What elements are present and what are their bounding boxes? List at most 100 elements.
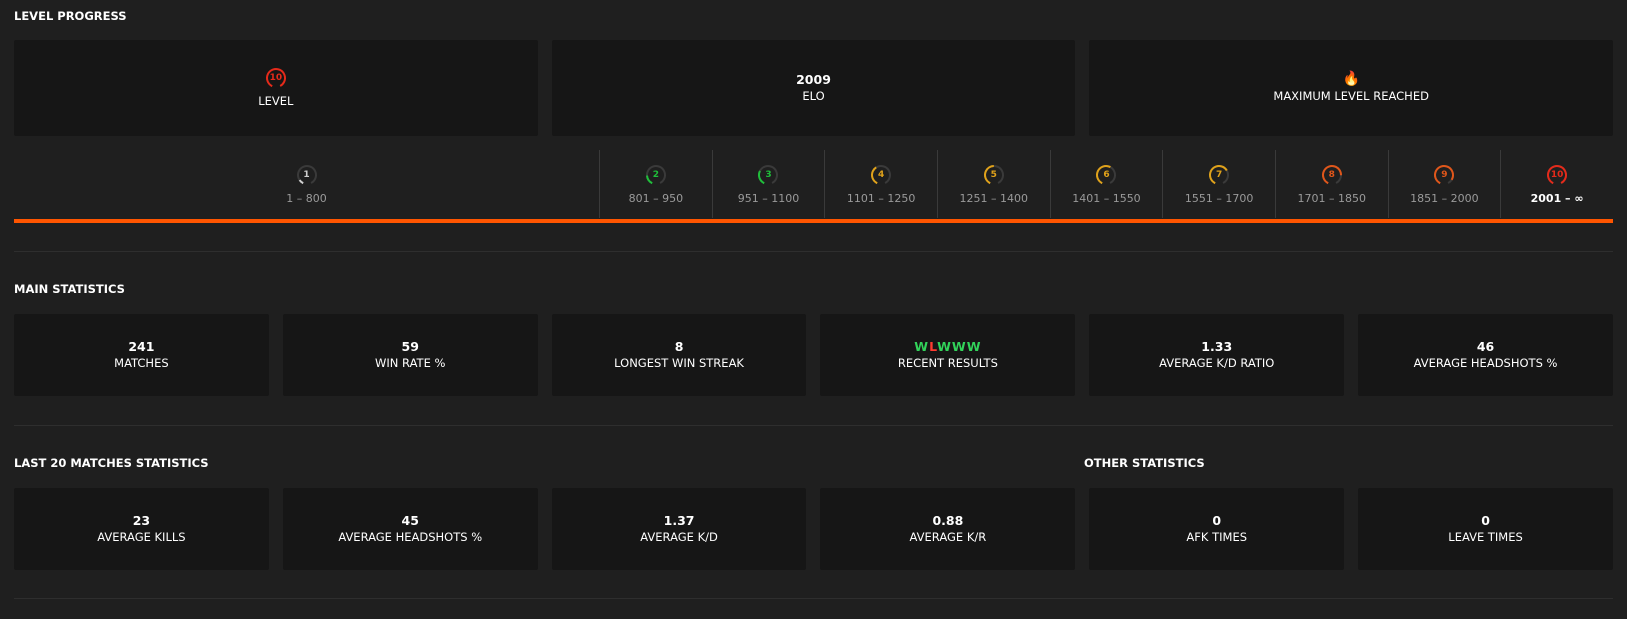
level-4-icon: 4 — [870, 164, 892, 186]
stat-label: AVERAGE HEADSHOTS % — [1413, 356, 1558, 370]
level-9-icon: 9 — [1433, 164, 1455, 186]
level-badge-icon: 10 — [265, 67, 287, 89]
level-step-1: 1 1 – 800 — [14, 150, 599, 218]
level-10-icon: 10 — [1546, 164, 1568, 186]
stat-label: LEAVE TIMES — [1448, 530, 1523, 544]
fire-icon: 🔥 — [1342, 71, 1360, 87]
stat-card-kd-ratio: 1.33 AVERAGE K/D RATIO — [1089, 314, 1345, 396]
level-step-6: 6 1401 – 1550 — [1049, 150, 1163, 218]
level-number: 3 — [765, 169, 772, 180]
level-6-icon: 6 — [1095, 164, 1117, 186]
divider — [14, 425, 1613, 426]
elo-card: 2009 ELO — [551, 40, 1076, 136]
stat-card-afk-times: 0 AFK TIMES — [1089, 488, 1345, 570]
level-card: 10 LEVEL — [14, 40, 538, 136]
level-scale: 1 1 – 800 2 801 – 950 3 951 – 1100 4 1101 – 125… — [14, 150, 1613, 222]
stat-label: AFK TIMES — [1186, 530, 1248, 544]
level-number: 9 — [1441, 169, 1448, 180]
level-step-2: 2 801 – 950 — [599, 150, 712, 218]
stat-card-longest-win-streak: 8 LONGEST WIN STREAK — [551, 314, 807, 396]
stat-label: AVERAGE KILLS — [97, 530, 186, 544]
level-range: 2001 – ∞ — [1530, 191, 1584, 205]
stat-card-average-kd: 1.37 AVERAGE K/D — [551, 488, 807, 570]
result-win: W — [937, 339, 952, 354]
result-loss: L — [929, 339, 938, 354]
level-2-icon: 2 — [645, 164, 667, 186]
stat-value: 23 — [132, 513, 151, 528]
stat-card-average-kills: 23 AVERAGE KILLS — [14, 488, 269, 570]
max-level-card: 🔥 MAXIMUM LEVEL REACHED — [1089, 40, 1614, 136]
last20-statistics-title: LAST 20 MATCHES STATISTICS — [14, 456, 209, 470]
divider — [14, 251, 1613, 252]
stat-value: 59 — [401, 339, 419, 354]
stat-label: LONGEST WIN STREAK — [614, 356, 744, 370]
level-number: 10 — [1550, 169, 1564, 180]
result-win: W — [966, 339, 982, 354]
result-win: W — [914, 339, 930, 354]
level-number: 8 — [1328, 169, 1335, 180]
result-win: W — [951, 339, 967, 354]
level-7-icon: 7 — [1208, 164, 1230, 186]
stat-card-headshots: 46 AVERAGE HEADSHOTS % — [1358, 314, 1613, 396]
elo-value: 2009 — [796, 72, 831, 87]
stat-label: WIN RATE % — [375, 356, 446, 370]
level-number: 7 — [1215, 169, 1223, 180]
stat-value: 0 — [1212, 513, 1222, 528]
other-statistics-title: OTHER STATISTICS — [1084, 456, 1205, 470]
stat-label: AVERAGE K/D RATIO — [1159, 356, 1275, 370]
level-progress-title: LEVEL PROGRESS — [14, 9, 127, 23]
level-step-4: 4 1101 – 1250 — [824, 150, 937, 218]
level-8-icon: 8 — [1321, 164, 1343, 186]
level-number: 2 — [652, 169, 659, 180]
level-3-icon: 3 — [757, 164, 779, 186]
level-range: 1101 – 1250 — [846, 191, 916, 205]
level-step-8: 8 1701 – 1850 — [1274, 150, 1388, 218]
level-range: 801 – 950 — [628, 191, 684, 205]
level-range: 951 – 1100 — [737, 191, 800, 205]
stats-page: LEVEL PROGRESS 10 LEVEL 2009 ELO 🔥 MAXIM… — [0, 0, 1627, 619]
level-progress-bar — [14, 219, 1613, 223]
level-step-3: 3 951 – 1100 — [711, 150, 825, 218]
elo-label: ELO — [802, 89, 825, 103]
level-range: 1 – 800 — [286, 191, 327, 205]
stat-value: 1.33 — [1201, 339, 1233, 354]
stat-label: MATCHES — [114, 356, 169, 370]
stat-value: 8 — [674, 339, 684, 354]
bottom-statistics-cards: 23 AVERAGE KILLS 45 AVERAGE HEADSHOTS % … — [14, 488, 1613, 570]
level-label: LEVEL — [258, 93, 294, 108]
level-step-5: 5 1251 – 1400 — [936, 150, 1050, 218]
level-badge-number: 10 — [269, 72, 283, 83]
stat-card-recent-results: WLWWW RECENT RESULTS — [820, 314, 1076, 396]
level-range: 1401 – 1550 — [1072, 191, 1141, 205]
max-level-label: MAXIMUM LEVEL REACHED — [1273, 89, 1429, 103]
level-summary-cards: 10 LEVEL 2009 ELO 🔥 MAXIMUM LEVEL REACHE… — [14, 40, 1614, 136]
main-statistics-title: MAIN STATISTICS — [14, 282, 125, 296]
level-step-7: 7 1551 – 1700 — [1162, 150, 1275, 218]
level-5-icon: 5 — [983, 164, 1005, 186]
level-range: 1851 – 2000 — [1410, 191, 1479, 205]
main-statistics-cards: 241 MATCHES 59 WIN RATE % 8 LONGEST WIN … — [14, 314, 1613, 396]
stat-card-average-kr: 0.88 AVERAGE K/R — [820, 488, 1076, 570]
stat-label: AVERAGE HEADSHOTS % — [338, 530, 483, 544]
level-number: 5 — [990, 169, 997, 180]
level-number: 4 — [878, 169, 885, 180]
stat-label: AVERAGE K/R — [909, 530, 987, 544]
level-1-icon: 1 — [296, 164, 318, 186]
level-step-9: 9 1851 – 2000 — [1387, 150, 1501, 218]
stat-card-average-headshots: 45 AVERAGE HEADSHOTS % — [282, 488, 538, 570]
level-step-10: 10 2001 – ∞ — [1500, 150, 1613, 218]
level-range: 1551 – 1700 — [1184, 191, 1254, 205]
stat-value: 1.37 — [663, 513, 695, 528]
stat-card-win-rate: 59 WIN RATE % — [282, 314, 538, 396]
stat-card-leave-times: 0 LEAVE TIMES — [1358, 488, 1613, 570]
stat-value: 45 — [401, 513, 419, 528]
level-number: 1 — [303, 169, 310, 180]
stat-label: RECENT RESULTS — [897, 356, 998, 370]
stat-value: 241 — [128, 339, 155, 354]
level-range: 1251 – 1400 — [959, 191, 1029, 205]
stat-value: 0 — [1481, 513, 1490, 528]
stat-value: 46 — [1476, 339, 1495, 354]
divider — [14, 598, 1613, 599]
stat-label: AVERAGE K/D — [640, 530, 718, 544]
stat-value: 0.88 — [932, 513, 964, 528]
